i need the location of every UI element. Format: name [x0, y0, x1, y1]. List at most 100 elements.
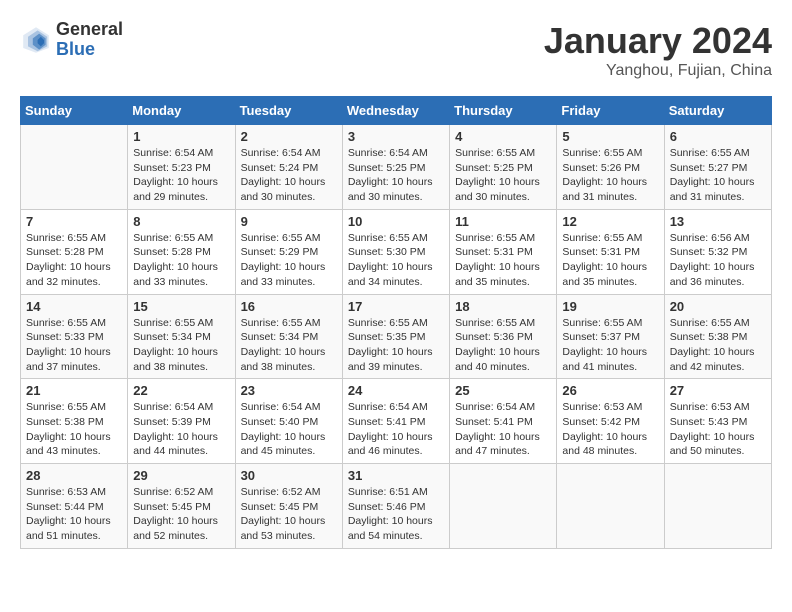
day-number: 14 [26, 299, 122, 314]
calendar-cell: 9 Sunrise: 6:55 AM Sunset: 5:29 PM Daylig… [235, 209, 342, 294]
day-info: Sunrise: 6:55 AM Sunset: 5:26 PM Dayligh… [562, 146, 658, 205]
calendar-cell: 2 Sunrise: 6:54 AM Sunset: 5:24 PM Daylig… [235, 125, 342, 210]
day-number: 10 [348, 214, 444, 229]
day-info: Sunrise: 6:55 AM Sunset: 5:28 PM Dayligh… [26, 231, 122, 290]
calendar-cell: 4Sunrise: 6:55 AM Sunset: 5:25 PM Daylig… [450, 125, 557, 210]
day-info: Sunrise: 6:55 AM Sunset: 5:31 PM Dayligh… [562, 231, 658, 290]
calendar-cell: 30Sunrise: 6:52 AM Sunset: 5:45 PM Dayli… [235, 464, 342, 549]
header-day-monday: Monday [128, 97, 235, 125]
day-info: Sunrise: 6:56 AM Sunset: 5:32 PM Dayligh… [670, 231, 766, 290]
calendar-cell [557, 464, 664, 549]
calendar-cell: 16 Sunrise: 6:55 AM Sunset: 5:34 PM Dayli… [235, 294, 342, 379]
day-info: Sunrise: 6:52 AM Sunset: 5:45 PM Dayligh… [241, 485, 337, 544]
day-number: 11 [455, 214, 551, 229]
header-day-thursday: Thursday [450, 97, 557, 125]
calendar-cell: 7 Sunrise: 6:55 AM Sunset: 5:28 PM Daylig… [21, 209, 128, 294]
day-info: Sunrise: 6:54 AM Sunset: 5:40 PM Dayligh… [241, 400, 337, 459]
day-info: Sunrise: 6:53 AM Sunset: 5:43 PM Dayligh… [670, 400, 766, 459]
calendar-cell: 31 Sunrise: 6:51 AM Sunset: 5:46 PM Dayli… [342, 464, 449, 549]
day-number: 25 [455, 383, 551, 398]
day-number: 9 [241, 214, 337, 229]
day-info: Sunrise: 6:55 AM Sunset: 5:36 PM Dayligh… [455, 316, 551, 375]
day-number: 21 [26, 383, 122, 398]
day-number: 29 [133, 468, 229, 483]
location: Yanghou, Fujian, China [544, 62, 772, 80]
day-info: Sunrise: 6:55 AM Sunset: 5:34 PM Dayligh… [133, 316, 229, 375]
day-number: 31 [348, 468, 444, 483]
day-number: 3 [348, 129, 444, 144]
day-info: Sunrise: 6:55 AM Sunset: 5:28 PM Dayligh… [133, 231, 229, 290]
calendar-cell: 1 Sunrise: 6:54 AM Sunset: 5:23 PM Daylig… [128, 125, 235, 210]
day-number: 1 [133, 129, 229, 144]
day-number: 24 [348, 383, 444, 398]
day-number: 7 [26, 214, 122, 229]
day-number: 23 [241, 383, 337, 398]
day-info: Sunrise: 6:55 AM Sunset: 5:37 PM Dayligh… [562, 316, 658, 375]
day-info: Sunrise: 6:55 AM Sunset: 5:38 PM Dayligh… [670, 316, 766, 375]
week-row-5: 28 Sunrise: 6:53 AM Sunset: 5:44 PM Dayli… [21, 464, 772, 549]
calendar-cell: 19 Sunrise: 6:55 AM Sunset: 5:37 PM Dayli… [557, 294, 664, 379]
day-info: Sunrise: 6:53 AM Sunset: 5:42 PM Dayligh… [562, 400, 658, 459]
calendar-cell [21, 125, 128, 210]
calendar-cell [450, 464, 557, 549]
calendar-cell: 28 Sunrise: 6:53 AM Sunset: 5:44 PM Dayli… [21, 464, 128, 549]
calendar-cell: 5 Sunrise: 6:55 AM Sunset: 5:26 PM Daylig… [557, 125, 664, 210]
day-number: 17 [348, 299, 444, 314]
month-title: January 2024 [544, 20, 772, 62]
day-info: Sunrise: 6:54 AM Sunset: 5:24 PM Dayligh… [241, 146, 337, 205]
calendar-cell: 24 Sunrise: 6:54 AM Sunset: 5:41 PM Dayli… [342, 379, 449, 464]
calendar-cell: 3Sunrise: 6:54 AM Sunset: 5:25 PM Daylig… [342, 125, 449, 210]
day-info: Sunrise: 6:55 AM Sunset: 5:29 PM Dayligh… [241, 231, 337, 290]
logo-icon [20, 24, 52, 56]
calendar-cell: 29 Sunrise: 6:52 AM Sunset: 5:45 PM Dayli… [128, 464, 235, 549]
day-info: Sunrise: 6:55 AM Sunset: 5:30 PM Dayligh… [348, 231, 444, 290]
calendar-cell: 8 Sunrise: 6:55 AM Sunset: 5:28 PM Daylig… [128, 209, 235, 294]
day-info: Sunrise: 6:55 AM Sunset: 5:35 PM Dayligh… [348, 316, 444, 375]
day-number: 13 [670, 214, 766, 229]
header-day-friday: Friday [557, 97, 664, 125]
week-row-1: 1 Sunrise: 6:54 AM Sunset: 5:23 PM Daylig… [21, 125, 772, 210]
week-row-4: 21 Sunrise: 6:55 AM Sunset: 5:38 PM Dayli… [21, 379, 772, 464]
logo-line2: Blue [56, 40, 123, 60]
day-info: Sunrise: 6:52 AM Sunset: 5:45 PM Dayligh… [133, 485, 229, 544]
day-number: 16 [241, 299, 337, 314]
header-day-sunday: Sunday [21, 97, 128, 125]
day-info: Sunrise: 6:54 AM Sunset: 5:41 PM Dayligh… [348, 400, 444, 459]
calendar-cell: 11Sunrise: 6:55 AM Sunset: 5:31 PM Dayli… [450, 209, 557, 294]
calendar-cell: 12 Sunrise: 6:55 AM Sunset: 5:31 PM Dayli… [557, 209, 664, 294]
day-info: Sunrise: 6:51 AM Sunset: 5:46 PM Dayligh… [348, 485, 444, 544]
day-number: 12 [562, 214, 658, 229]
day-info: Sunrise: 6:54 AM Sunset: 5:23 PM Dayligh… [133, 146, 229, 205]
day-number: 2 [241, 129, 337, 144]
header-day-tuesday: Tuesday [235, 97, 342, 125]
header-day-wednesday: Wednesday [342, 97, 449, 125]
day-number: 8 [133, 214, 229, 229]
calendar-cell: 21 Sunrise: 6:55 AM Sunset: 5:38 PM Dayli… [21, 379, 128, 464]
day-info: Sunrise: 6:54 AM Sunset: 5:41 PM Dayligh… [455, 400, 551, 459]
calendar-table: SundayMondayTuesdayWednesdayThursdayFrid… [20, 96, 772, 549]
day-number: 27 [670, 383, 766, 398]
day-number: 20 [670, 299, 766, 314]
day-number: 15 [133, 299, 229, 314]
day-number: 26 [562, 383, 658, 398]
day-number: 19 [562, 299, 658, 314]
calendar-cell: 25 Sunrise: 6:54 AM Sunset: 5:41 PM Dayli… [450, 379, 557, 464]
header-day-saturday: Saturday [664, 97, 771, 125]
day-number: 22 [133, 383, 229, 398]
calendar-cell: 20 Sunrise: 6:55 AM Sunset: 5:38 PM Dayli… [664, 294, 771, 379]
calendar-cell: 6Sunrise: 6:55 AM Sunset: 5:27 PM Daylig… [664, 125, 771, 210]
day-info: Sunrise: 6:55 AM Sunset: 5:34 PM Dayligh… [241, 316, 337, 375]
day-number: 5 [562, 129, 658, 144]
calendar-cell [664, 464, 771, 549]
calendar-cell: 27 Sunrise: 6:53 AM Sunset: 5:43 PM Dayli… [664, 379, 771, 464]
week-row-3: 14Sunrise: 6:55 AM Sunset: 5:33 PM Dayli… [21, 294, 772, 379]
day-info: Sunrise: 6:55 AM Sunset: 5:38 PM Dayligh… [26, 400, 122, 459]
day-info: Sunrise: 6:53 AM Sunset: 5:44 PM Dayligh… [26, 485, 122, 544]
logo-line1: General [56, 20, 123, 40]
calendar-cell: 17 Sunrise: 6:55 AM Sunset: 5:35 PM Dayli… [342, 294, 449, 379]
calendar-cell: 13 Sunrise: 6:56 AM Sunset: 5:32 PM Dayli… [664, 209, 771, 294]
calendar-cell: 22Sunrise: 6:54 AM Sunset: 5:39 PM Dayli… [128, 379, 235, 464]
day-number: 28 [26, 468, 122, 483]
day-number: 18 [455, 299, 551, 314]
day-info: Sunrise: 6:55 AM Sunset: 5:27 PM Dayligh… [670, 146, 766, 205]
